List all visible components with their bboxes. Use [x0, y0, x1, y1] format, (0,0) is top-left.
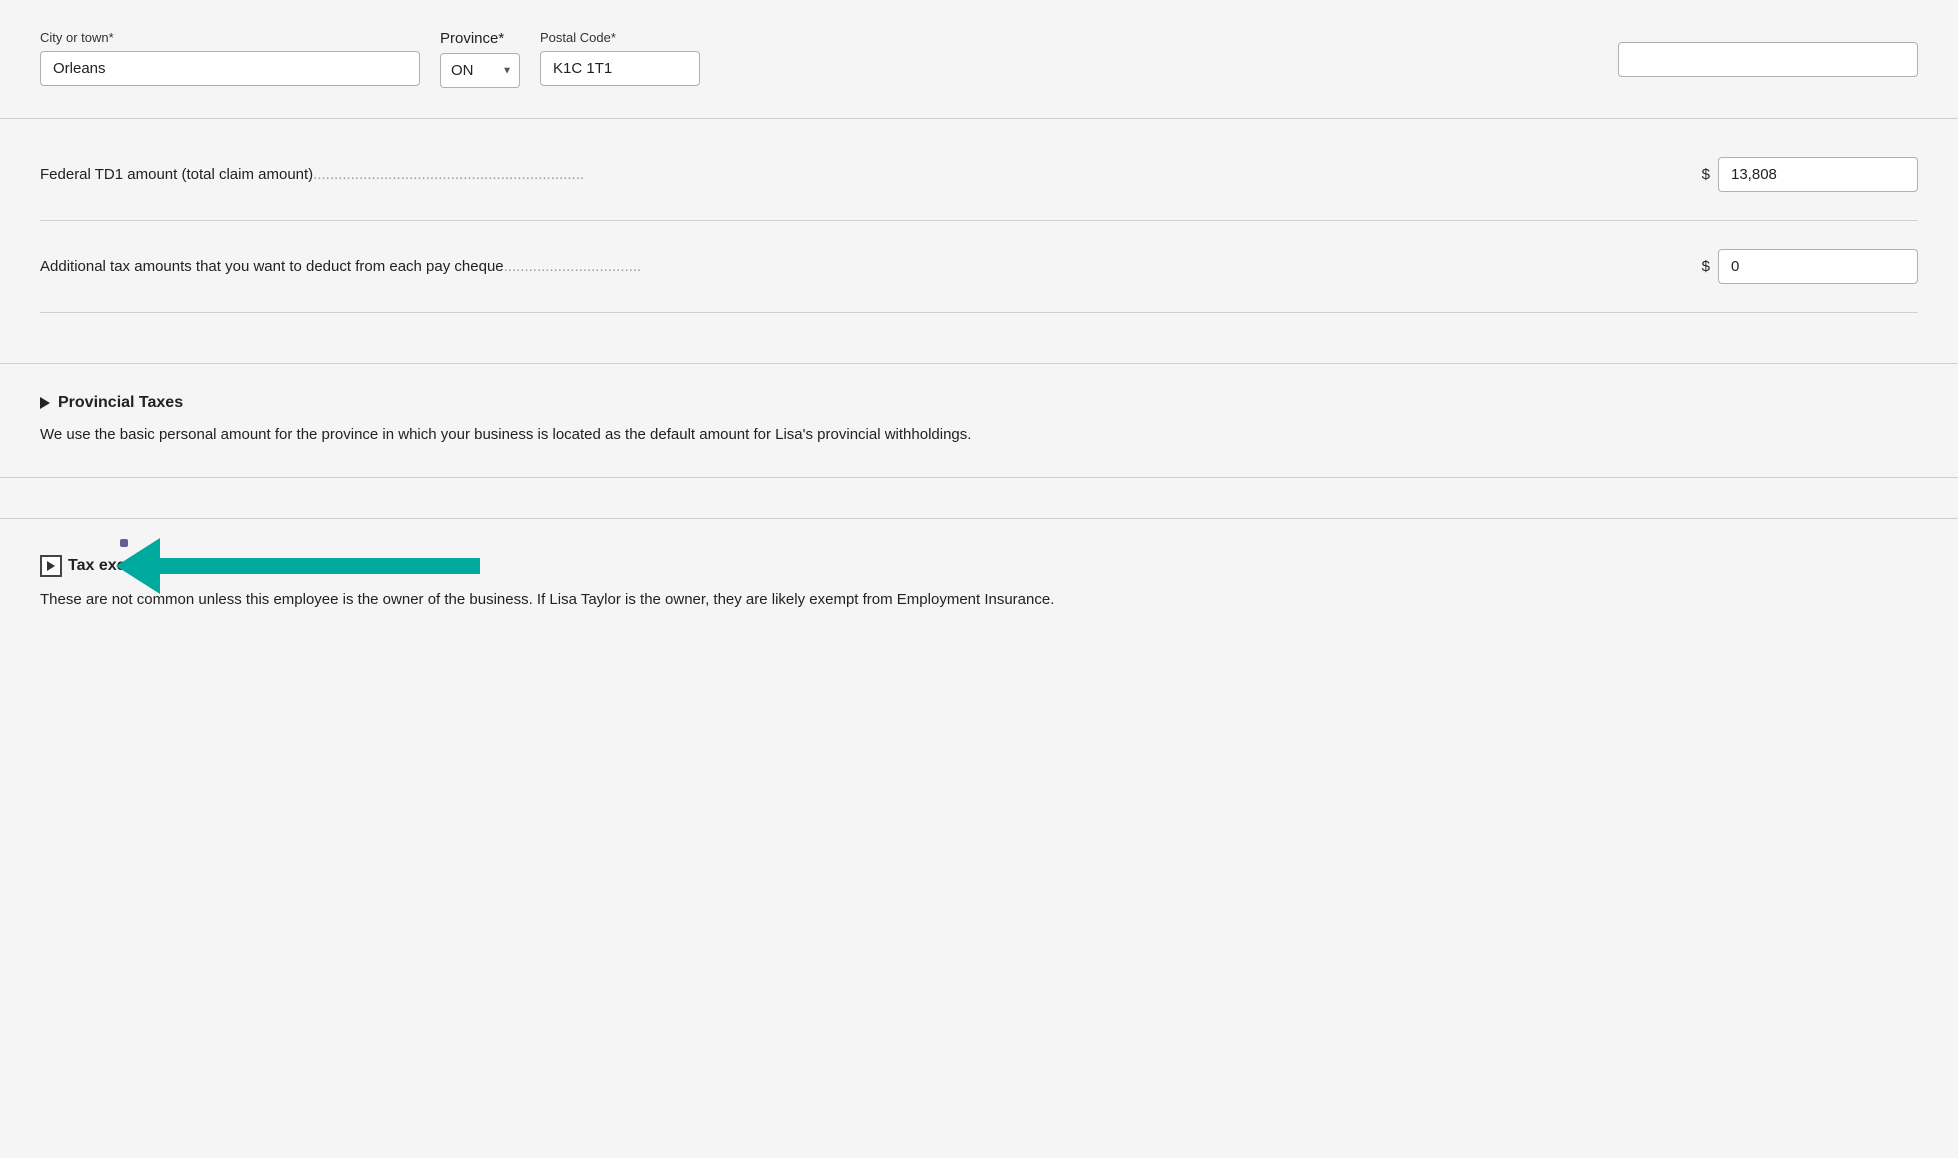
- tax-exemptions-section: Tax exemptions These are not common unle…: [0, 518, 1958, 652]
- tax-exemptions-description: These are not common unless this employe…: [40, 589, 1918, 612]
- tax-exemptions-header: Tax exemptions: [40, 555, 1918, 577]
- tax-fields-section: Federal TD1 amount (total claim amount).…: [0, 119, 1958, 323]
- city-label: City or town*: [40, 30, 420, 45]
- additional-tax-dots: .................................: [504, 258, 642, 275]
- province-select[interactable]: ON AB BC MB NB NL NS PE QC SK: [440, 53, 520, 88]
- federal-td1-dots: ........................................…: [313, 166, 584, 183]
- tax-exemptions-toggle[interactable]: [40, 555, 62, 577]
- address-fields: City or town* Province* ON AB BC MB NB N…: [40, 30, 1618, 88]
- arrow-body: [160, 558, 480, 574]
- province-group: Province* ON AB BC MB NB NL NS PE QC SK: [440, 30, 520, 88]
- tax-exemptions-toggle-icon: [47, 561, 55, 571]
- federal-td1-input[interactable]: [1718, 157, 1918, 192]
- province-label: Province*: [440, 30, 520, 47]
- page-container: City or town* Province* ON AB BC MB NB N…: [0, 0, 1958, 1158]
- arrow-annotation: [160, 558, 480, 574]
- postal-input[interactable]: [540, 51, 700, 86]
- section-gap-1: [0, 323, 1958, 363]
- provincial-taxes-header: Provincial Taxes: [40, 394, 1918, 412]
- federal-td1-label: Federal TD1 amount (total claim amount).…: [40, 166, 1702, 183]
- federal-td1-dollar: $: [1702, 166, 1710, 183]
- arrow-head: [116, 538, 160, 594]
- provincial-taxes-section: Provincial Taxes We use the basic person…: [0, 363, 1958, 478]
- federal-td1-row: Federal TD1 amount (total claim amount).…: [40, 129, 1918, 221]
- provincial-taxes-expand-icon[interactable]: [40, 397, 50, 409]
- federal-td1-label-text: Federal TD1 amount (total claim amount): [40, 166, 313, 183]
- postal-group: Postal Code*: [540, 30, 700, 86]
- section-gap-2: [0, 478, 1958, 518]
- additional-tax-dollar: $: [1702, 258, 1710, 275]
- additional-tax-label: Additional tax amounts that you want to …: [40, 258, 1702, 275]
- additional-tax-input-group: $: [1702, 249, 1918, 284]
- provincial-taxes-title: Provincial Taxes: [58, 394, 183, 412]
- additional-tax-label-text: Additional tax amounts that you want to …: [40, 258, 504, 275]
- right-input-box: [1618, 42, 1918, 77]
- additional-tax-row: Additional tax amounts that you want to …: [40, 221, 1918, 313]
- provincial-taxes-description: We use the basic personal amount for the…: [40, 424, 1918, 447]
- address-section: City or town* Province* ON AB BC MB NB N…: [0, 0, 1958, 119]
- city-group: City or town*: [40, 30, 420, 86]
- additional-tax-input[interactable]: [1718, 249, 1918, 284]
- city-input[interactable]: [40, 51, 420, 86]
- province-select-wrapper: ON AB BC MB NB NL NS PE QC SK: [440, 53, 520, 88]
- federal-td1-input-group: $: [1702, 157, 1918, 192]
- postal-label: Postal Code*: [540, 30, 700, 45]
- right-extra-input[interactable]: [1618, 42, 1918, 77]
